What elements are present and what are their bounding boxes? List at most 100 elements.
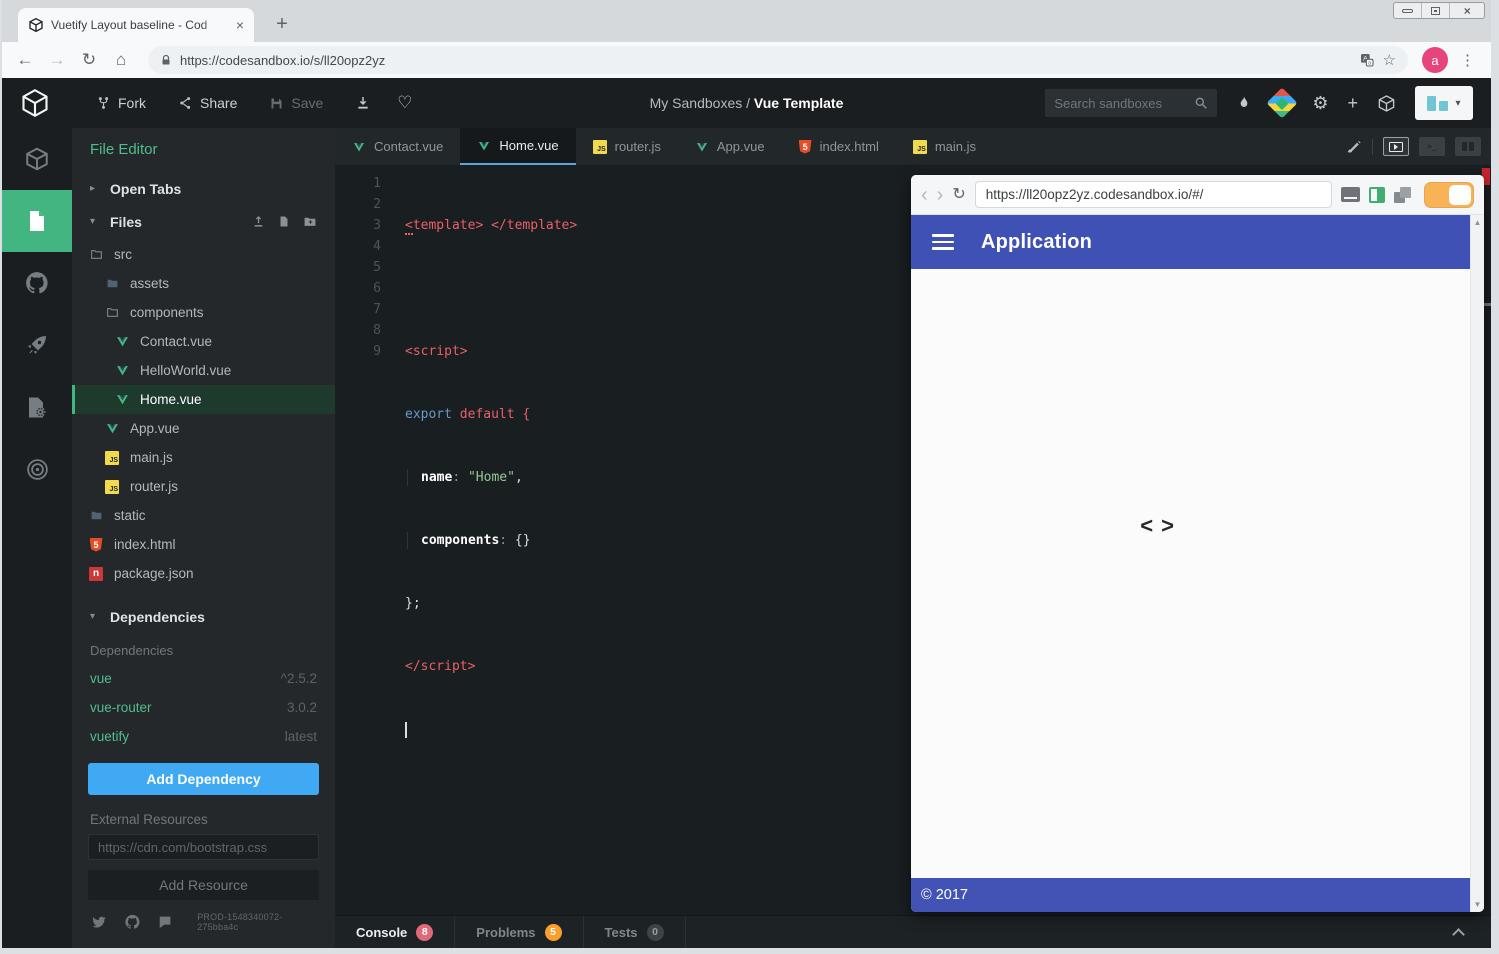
tree-item-main-js[interactable]: JS main.js: [72, 443, 335, 472]
new-folder-icon[interactable]: [303, 215, 317, 228]
window-maximize-button[interactable]: [1422, 3, 1450, 18]
console-toggle[interactable]: >_: [1419, 137, 1445, 156]
new-sandbox-plus-icon[interactable]: +: [1347, 94, 1358, 112]
search-box[interactable]: [1045, 89, 1217, 117]
breadcrumb-section[interactable]: My Sandboxes: [650, 95, 743, 111]
editor-tab-main-js[interactable]: JS main.js: [896, 128, 993, 165]
feedback-icon[interactable]: [157, 914, 173, 930]
javascript-icon: JS: [104, 451, 120, 465]
scroll-up-icon[interactable]: ▲: [1474, 218, 1482, 227]
editor-tab-home-vue[interactable]: Home.vue: [460, 128, 575, 165]
translate-icon[interactable]: Aa: [1359, 52, 1375, 68]
console-status-bar: Console 8 Problems 5 Tests 0: [335, 915, 1491, 948]
tree-item-package-json[interactable]: n package.json: [72, 559, 335, 588]
tree-item-router-js[interactable]: JS router.js: [72, 472, 335, 501]
dependency-row[interactable]: vuetify latest: [72, 722, 335, 751]
preview-forward-button[interactable]: ›: [937, 185, 944, 205]
dependencies-section[interactable]: ▾ Dependencies: [72, 600, 335, 633]
stats-button[interactable]: ▾: [1415, 86, 1473, 120]
refresh-button[interactable]: ↻: [76, 50, 102, 70]
browser-view-icon[interactable]: [1341, 187, 1360, 202]
add-resource-button[interactable]: Add Resource: [88, 870, 319, 900]
fork-button[interactable]: Fork: [96, 95, 146, 111]
preview-refresh-button[interactable]: ↻: [952, 187, 965, 203]
rail-item-deployment[interactable]: [2, 314, 72, 376]
new-file-icon[interactable]: [278, 215, 290, 228]
tree-item-components[interactable]: components: [72, 298, 335, 327]
forward-button[interactable]: →: [44, 50, 70, 70]
save-button[interactable]: Save: [269, 95, 323, 111]
browser-menu-icon[interactable]: ⋮: [1454, 51, 1481, 69]
new-tab-button[interactable]: +: [270, 13, 294, 36]
browser-preview-toggle[interactable]: [1383, 137, 1409, 156]
settings-gear-icon[interactable]: ⚙: [1312, 94, 1328, 112]
problems-tab[interactable]: Problems 5: [455, 916, 583, 948]
split-view-toggle[interactable]: [1455, 137, 1481, 156]
files-section[interactable]: ▾ Files: [72, 205, 335, 238]
rail-item-file-editor[interactable]: [2, 190, 72, 252]
rail-item-github[interactable]: [2, 252, 72, 314]
preview-back-button[interactable]: ‹: [921, 185, 928, 205]
live-reload-toggle[interactable]: [1424, 182, 1474, 208]
open-tabs-section[interactable]: ▸ Open Tabs: [72, 172, 335, 205]
rail-item-live[interactable]: [2, 438, 72, 500]
tree-item-contact-vue[interactable]: Contact.vue: [72, 327, 335, 356]
flame-icon[interactable]: [1236, 94, 1252, 112]
window-minimize-button[interactable]: [1394, 3, 1422, 18]
terminal-icon: >_: [1427, 142, 1437, 151]
prettier-brush-icon[interactable]: [1345, 138, 1362, 155]
tree-item-src[interactable]: src: [72, 240, 335, 269]
preview-scrollbar[interactable]: ▲ ▼: [1470, 215, 1484, 912]
sandbox-cube-icon[interactable]: [1377, 94, 1396, 113]
back-button[interactable]: ←: [12, 50, 38, 70]
tree-item-home-vue[interactable]: Home.vue: [72, 385, 335, 414]
code-editor[interactable]: 1 2 3 4 5 6 7 8 9 <template> </template>: [335, 165, 1491, 915]
new-window-icon[interactable]: [1394, 187, 1411, 203]
upload-icon[interactable]: [252, 215, 265, 228]
editor-tab-app-vue[interactable]: App.vue: [678, 128, 782, 165]
like-heart-icon[interactable]: ♡: [397, 93, 412, 113]
expand-console-chevron-icon[interactable]: [1454, 927, 1465, 938]
rail-item-file-settings[interactable]: [2, 376, 72, 438]
hamburger-menu-icon[interactable]: [932, 234, 954, 250]
window-close-button[interactable]: ×: [1450, 3, 1484, 18]
split-preview-icon[interactable]: [1369, 187, 1385, 203]
dependency-row[interactable]: vue ^2.5.2: [72, 664, 335, 693]
tree-item-index-html[interactable]: 5 index.html: [72, 530, 335, 559]
tree-item-static[interactable]: static: [72, 501, 335, 530]
text-cursor: [405, 722, 407, 738]
sandbox-title[interactable]: Vue Template: [754, 95, 843, 111]
external-resource-input[interactable]: [88, 834, 319, 860]
share-button[interactable]: Share: [178, 95, 237, 111]
tree-item-helloworld-vue[interactable]: HelloWorld.vue: [72, 356, 335, 385]
browser-profile-avatar[interactable]: a: [1422, 47, 1448, 73]
editor-tab-contact-vue[interactable]: Contact.vue: [335, 128, 460, 165]
browser-tab[interactable]: Vuetify Layout baseline - Cod ×: [18, 8, 254, 42]
folder-open-icon: [104, 306, 120, 319]
preview-url-input[interactable]: [975, 181, 1332, 208]
tests-tab[interactable]: Tests 0: [584, 916, 686, 948]
dependency-row[interactable]: vue-router 3.0.2: [72, 693, 335, 722]
vue-icon: [352, 141, 366, 153]
search-input[interactable]: [1054, 96, 1188, 111]
github-icon[interactable]: [124, 913, 141, 931]
user-avatar-badge[interactable]: [1267, 87, 1298, 118]
cube-icon: [24, 146, 50, 172]
app-header: Fork Share Save ♡ My Sandboxes / Vue Tem…: [2, 78, 1491, 128]
home-button[interactable]: ⌂: [108, 50, 134, 70]
scroll-down-icon[interactable]: ▼: [1474, 900, 1482, 909]
add-dependency-button[interactable]: Add Dependency: [88, 763, 319, 795]
rail-item-project-info[interactable]: [2, 128, 72, 190]
address-bar[interactable]: https://codesandbox.io/s/ll20opz2yz Aa ☆: [148, 46, 1408, 74]
bookmark-star-icon[interactable]: ☆: [1383, 51, 1396, 69]
tree-item-assets[interactable]: assets: [72, 269, 335, 298]
codesandbox-logo[interactable]: [20, 88, 50, 118]
editor-tab-index-html[interactable]: 5 index.html: [782, 128, 896, 165]
tab-close-icon[interactable]: ×: [234, 18, 246, 32]
export-download-button[interactable]: [355, 95, 371, 111]
twitter-icon[interactable]: [90, 914, 108, 930]
tree-item-app-vue[interactable]: App.vue: [72, 414, 335, 443]
console-tab[interactable]: Console 8: [335, 916, 455, 948]
editor-tab-router-js[interactable]: JS router.js: [576, 128, 678, 165]
javascript-icon: JS: [913, 140, 927, 154]
